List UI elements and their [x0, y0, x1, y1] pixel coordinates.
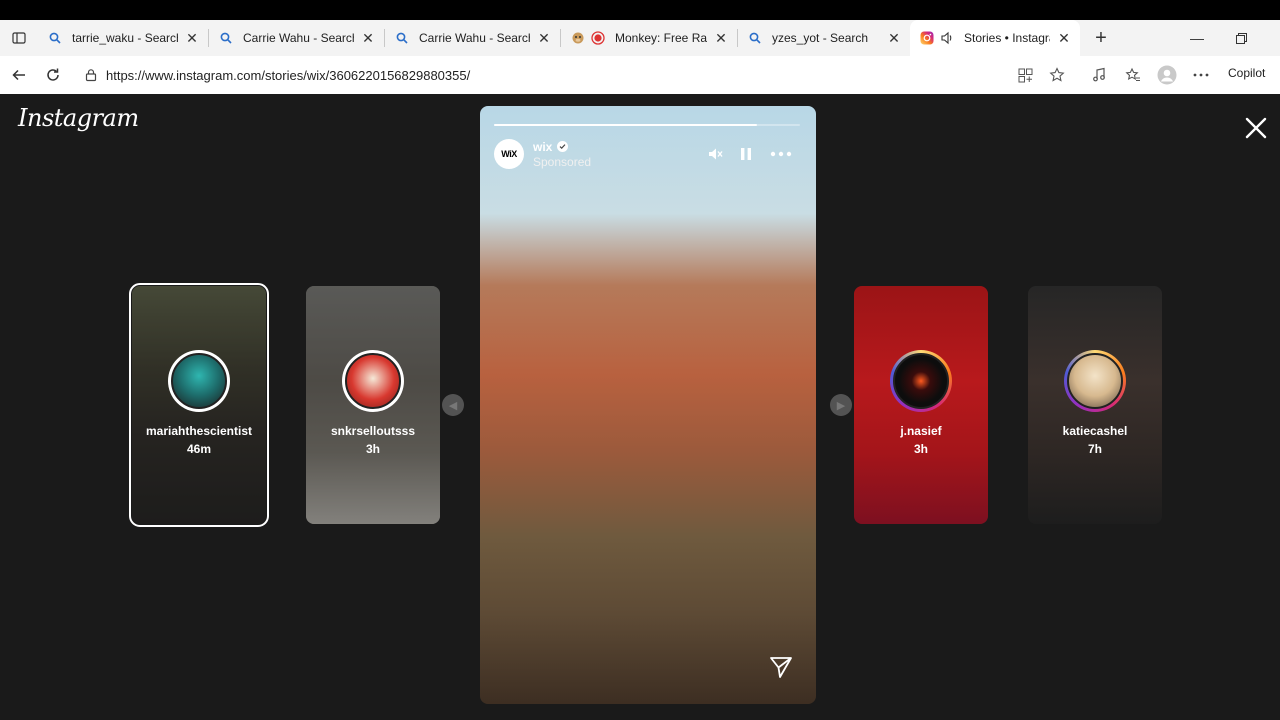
more-options-icon[interactable]: [1190, 64, 1212, 86]
back-arrow-icon: [12, 69, 25, 81]
story-progress-bar: [494, 124, 800, 126]
send-icon[interactable]: [768, 654, 794, 680]
story-time: 46m: [186, 442, 212, 456]
restore-button[interactable]: [1219, 20, 1263, 56]
story-username: snkrselloutsss: [330, 424, 416, 438]
search-icon: [395, 31, 409, 45]
avatar: [890, 350, 952, 412]
tab-title: Carrie Wahu - Search: [243, 31, 354, 45]
site-info-icon[interactable]: [76, 68, 106, 82]
recording-icon: [591, 31, 605, 45]
tab-close-icon[interactable]: ✕: [184, 30, 200, 46]
tab-close-icon[interactable]: ✕: [360, 30, 376, 46]
instagram-logo[interactable]: Instagram: [18, 104, 139, 132]
refresh-button[interactable]: [36, 58, 70, 92]
tab-2[interactable]: Carrie Wahu - Search ✕: [209, 20, 384, 56]
search-icon: [48, 31, 62, 45]
more-options-icon: [770, 151, 792, 157]
chevron-right-icon: ▶: [836, 399, 846, 412]
instagram-icon: [920, 31, 934, 45]
tab-title: tarrie_waku - Search: [72, 31, 178, 45]
tab-3[interactable]: Carrie Wahu - Search Im ✕: [385, 20, 560, 56]
tab-5[interactable]: yzes_yot - Search ✕: [738, 20, 910, 56]
tab-4[interactable]: Monkey: Free Ran ✕: [561, 20, 737, 56]
story-progress-fill: [494, 124, 758, 126]
tab-title: Carrie Wahu - Search Im: [419, 31, 530, 45]
story-viewer: Instagram mariahthescientist 46m snkrsel…: [4, 94, 1280, 716]
story-thumbnail-snkrselloutsss[interactable]: snkrselloutsss 3h: [306, 286, 440, 524]
story-username: katiecashel: [1062, 424, 1128, 438]
copilot-button[interactable]: Copilot: [1228, 66, 1265, 80]
story-time: 7h: [1087, 442, 1102, 456]
minimize-button[interactable]: —: [1175, 20, 1219, 56]
story-author-name: wix: [533, 139, 553, 154]
close-icon[interactable]: [1242, 114, 1270, 142]
refresh-icon: [47, 68, 59, 81]
tab-actions-button[interactable]: [0, 20, 38, 56]
tab-close-icon[interactable]: ✕: [536, 30, 552, 46]
apps-icon[interactable]: [1014, 64, 1036, 86]
story-thumbnail-mariahthescientist[interactable]: mariahthescientist 46m: [129, 283, 269, 527]
back-button[interactable]: [2, 58, 36, 92]
speaker-icon[interactable]: [940, 31, 954, 45]
avatar: [168, 350, 230, 412]
story-username: mariahthescientist: [145, 424, 253, 438]
verified-badge-icon: [557, 141, 569, 152]
tab-actions-icon: [12, 32, 26, 44]
story-thumbnail-katiecashel[interactable]: katiecashel 7h: [1028, 286, 1162, 524]
monkey-icon: [571, 31, 585, 45]
speaker-muted-icon: [709, 148, 723, 160]
sponsored-label: Sponsored: [533, 154, 592, 169]
current-story[interactable]: WiX wix Sponsored: [480, 106, 816, 704]
tab-title: yzes_yot - Search: [772, 31, 869, 45]
story-thumbnail-j-nasief[interactable]: j.nasief 3h: [854, 286, 988, 524]
plus-icon: +: [1095, 26, 1107, 49]
chevron-left-icon: ◀: [448, 399, 458, 412]
mute-button[interactable]: [703, 142, 727, 166]
url-field[interactable]: https://www.instagram.com/stories/wix/36…: [76, 60, 1076, 90]
screen-top-strip: [0, 0, 1280, 20]
tab-close-icon[interactable]: ✕: [1056, 30, 1072, 46]
story-header: WiX wix Sponsored: [494, 138, 591, 170]
favorite-star-icon[interactable]: [1046, 64, 1068, 86]
story-time: 3h: [913, 442, 928, 456]
media-control-icon[interactable]: [1088, 64, 1110, 86]
tab-1[interactable]: tarrie_waku - Search ✕: [38, 20, 208, 56]
story-avatar[interactable]: WiX: [494, 139, 524, 169]
restore-icon: [1235, 32, 1247, 44]
pause-button[interactable]: [734, 142, 758, 166]
tab-title: Stories • Instagram: [964, 31, 1050, 45]
story-options-button[interactable]: [769, 142, 793, 166]
story-time: 3h: [365, 442, 380, 456]
url-text: https://www.instagram.com/stories/wix/36…: [106, 67, 471, 83]
tab-bar: tarrie_waku - Search ✕ Carrie Wahu - Sea…: [0, 20, 1280, 56]
avatar: [1064, 350, 1126, 412]
tab-6-active[interactable]: Stories • Instagram ✕: [910, 20, 1080, 56]
avatar: [342, 350, 404, 412]
search-icon: [748, 31, 762, 45]
search-icon: [219, 31, 233, 45]
next-story-button[interactable]: ▶: [830, 394, 852, 416]
tab-title: Monkey: Free Ran: [615, 31, 707, 45]
minimize-icon: —: [1190, 30, 1204, 46]
new-tab-button[interactable]: +: [1086, 23, 1116, 53]
favorites-icon[interactable]: [1122, 64, 1144, 86]
story-username: j.nasief: [900, 424, 942, 438]
story-author[interactable]: wix: [533, 140, 591, 154]
address-bar: https://www.instagram.com/stories/wix/36…: [0, 56, 1280, 94]
previous-story-button[interactable]: ◀: [442, 394, 464, 416]
pause-icon: [741, 148, 751, 160]
tab-close-icon[interactable]: ✕: [713, 30, 729, 46]
tab-close-icon[interactable]: ✕: [886, 30, 902, 46]
profile-avatar-icon[interactable]: [1156, 64, 1178, 86]
